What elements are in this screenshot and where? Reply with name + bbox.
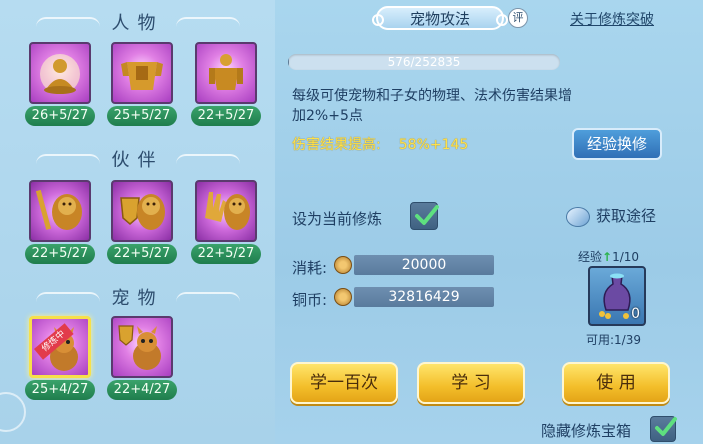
pet-slot-2[interactable]: 22+4/27 [107,316,177,400]
section-label: 宠物 [111,288,164,309]
partner-slot-1[interactable]: 22+5/27 [25,180,95,264]
section-label: 人物 [111,13,164,34]
level-badge: 25+5/27 [107,106,177,126]
bonus-value: 58%+145 [398,137,469,153]
obtain-methods-button[interactable]: 获取途径 [566,205,656,227]
title-ornament-left [35,292,100,302]
skill-description: 每级可使宠物和子女的物理、法术伤害结果增加2%+5点 [292,88,572,124]
copper-coin-icon [334,288,352,306]
level-badge: 22+4/27 [107,380,177,400]
character-slot-1[interactable]: 26+5/27 [25,42,95,126]
exp-label: 经验 [578,250,603,264]
training-categories-panel: 人物 26+5/27 25+5/27 22+5/27 伙伴 22+5/27 22… [0,0,275,444]
character-slot-3[interactable]: 22+5/27 [191,42,261,126]
pet-slot-1[interactable]: 修炼中 25+4/27 [25,316,95,400]
partner-slot-3[interactable]: 22+5/27 [191,180,261,264]
training-chest-item[interactable]: 0 [588,266,646,326]
cost-value: 20000 [354,255,494,275]
title-ornament-left [35,17,100,27]
section-title-partners: 伙伴 [0,145,275,173]
decorative-swirl [0,392,26,432]
copper-coin-icon [334,256,352,274]
section-label: 伙伴 [111,150,164,171]
section-title-pets: 宠物 [0,283,275,311]
copper-label: 铜币: [292,291,328,309]
set-current-training-checkbox[interactable] [410,202,439,230]
pet-cat-shield-icon [111,316,173,378]
obtain-label: 获取途径 [596,207,657,225]
level-badge: 22+5/27 [191,106,261,126]
level-badge: 25+4/27 [25,380,95,400]
tab-pet-attack-magic[interactable]: 宠物攻法 [372,6,508,30]
set-current-training-label: 设为当前修炼 [292,210,383,228]
exp-counter: 经验↑1/10 [578,248,639,265]
exp-value: 1/10 [612,250,640,264]
title-ornament-right [175,292,240,302]
item-count: 0 [631,306,640,322]
bonus-label: 伤害结果提高: [292,137,381,153]
copper-value: 32816429 [354,287,494,307]
level-badge: 26+5/27 [25,106,95,126]
use-button[interactable]: 使 用 [562,362,670,404]
level-badge: 22+5/27 [191,244,261,264]
training-progress-bar: 576/252835 [288,54,560,70]
checkmark-icon [415,205,439,225]
exp-exchange-button[interactable]: 经验换修 [572,128,662,160]
character-slot-2[interactable]: 25+5/27 [107,42,177,126]
checkmark-icon [655,417,677,436]
section-title-characters: 人物 [0,8,275,36]
hide-training-chest-label: 隐藏修炼宝箱 [541,422,632,440]
hide-training-chest-checkbox[interactable] [650,416,677,442]
rate-button[interactable]: 评 [508,8,528,28]
learn-100-times-button[interactable]: 学一百次 [290,362,398,404]
gem-icon [566,206,590,227]
partner-slot-2[interactable]: 22+5/27 [107,180,177,264]
arrow-up-icon: ↑ [602,250,613,264]
available-uses: 可用:1/39 [586,333,641,347]
level-badge: 22+5/27 [107,244,177,264]
buddha-skill-icon [29,42,91,104]
title-ornament-right [175,17,240,27]
hand-lion-icon [195,180,257,242]
golden-guardian-icon [195,42,257,104]
progress-text: 576/252835 [387,55,461,69]
armor-warrior-icon [111,42,173,104]
tab-label: 宠物攻法 [409,9,470,28]
pet-cat-sword-icon: 修炼中 [29,316,91,378]
title-ornament-left [35,154,100,164]
about-training-breakthrough-link[interactable]: 关于修炼突破 [570,9,654,29]
damage-bonus: 伤害结果提高: 58%+145 [292,134,468,154]
shield-lion-icon [111,180,173,242]
cost-label: 消耗: [292,259,328,277]
learn-button[interactable]: 学 习 [417,362,525,404]
level-badge: 22+5/27 [25,244,95,264]
title-ornament-right [175,154,240,164]
sword-lion-icon [29,180,91,242]
